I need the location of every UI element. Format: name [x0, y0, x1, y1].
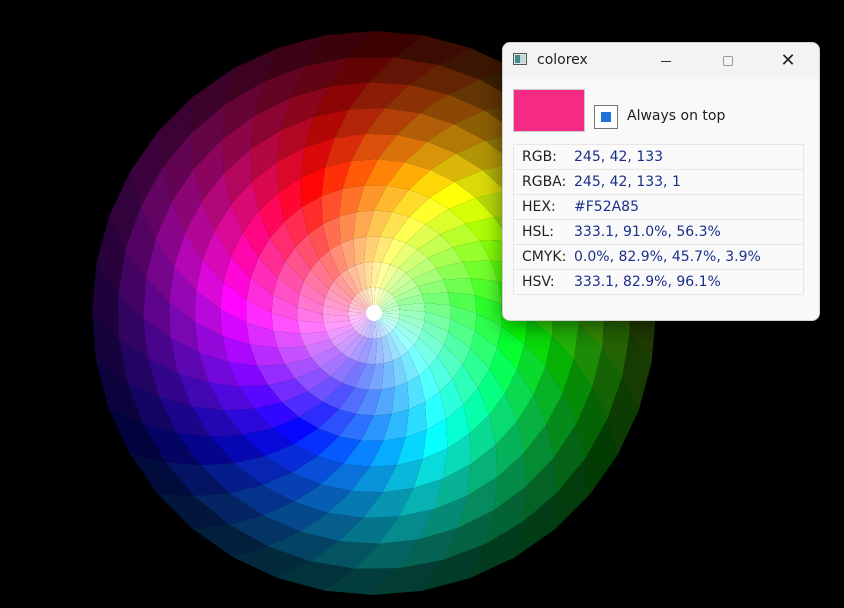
minimize-icon — [661, 60, 671, 62]
color-swatch — [513, 89, 585, 132]
value-row-rgb: RGB: 245, 42, 133 — [514, 145, 803, 170]
row-value[interactable]: 245, 42, 133 — [574, 145, 663, 169]
row-value[interactable]: 333.1, 82.9%, 96.1% — [574, 270, 721, 294]
row-value[interactable]: 245, 42, 133, 1 — [574, 170, 681, 194]
value-row-rgba: RGBA: 245, 42, 133, 1 — [514, 170, 803, 195]
row-value[interactable]: #F52A85 — [574, 195, 639, 219]
row-key: HSL: — [522, 224, 554, 240]
window-title: colorex — [537, 52, 588, 68]
row-key: RGB: — [522, 149, 557, 165]
row-key: HSV: — [522, 274, 555, 290]
colorex-window: colorex ✕ Always on top RGB: 245, 42, 13… — [502, 42, 820, 321]
always-on-top-checkbox[interactable] — [594, 105, 618, 129]
row-key: HEX: — [522, 199, 556, 215]
maximize-button[interactable] — [705, 43, 751, 79]
always-on-top-label[interactable]: Always on top — [627, 108, 725, 124]
row-value[interactable]: 333.1, 91.0%, 56.3% — [574, 220, 721, 244]
minimize-button[interactable] — [643, 43, 689, 79]
app-icon — [513, 53, 527, 65]
value-row-cmyk: CMYK: 0.0%, 82.9%, 45.7%, 3.9% — [514, 245, 803, 270]
close-button[interactable]: ✕ — [765, 43, 811, 79]
checkbox-checked-icon — [601, 112, 611, 122]
maximize-icon — [723, 56, 733, 66]
title-bar[interactable]: colorex ✕ — [503, 43, 819, 79]
color-values-table: RGB: 245, 42, 133 RGBA: 245, 42, 133, 1 … — [513, 144, 804, 295]
value-row-hex: HEX: #F52A85 — [514, 195, 803, 220]
close-icon: ✕ — [780, 50, 796, 71]
value-row-hsv: HSV: 333.1, 82.9%, 96.1% — [514, 270, 803, 294]
row-key: RGBA: — [522, 174, 567, 190]
value-row-hsl: HSL: 333.1, 91.0%, 56.3% — [514, 220, 803, 245]
row-key: CMYK: — [522, 249, 567, 265]
row-value[interactable]: 0.0%, 82.9%, 45.7%, 3.9% — [574, 245, 761, 269]
wheel-center — [366, 305, 382, 321]
